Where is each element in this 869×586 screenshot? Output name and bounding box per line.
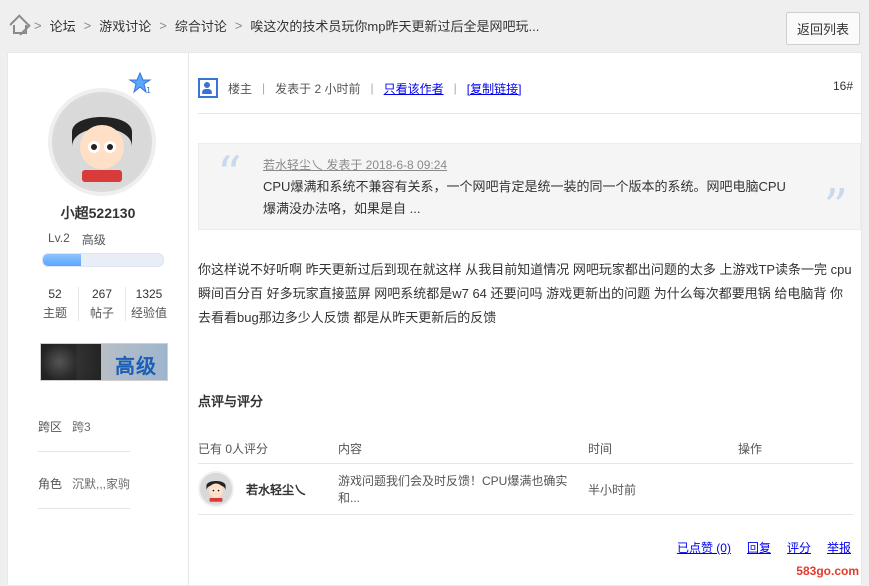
rating-row: 若水轻尘乀 游戏问题我们会及时反馈！CPU爆满也确实和... 半小时前 [198,464,853,515]
breadcrumb-separator: > [234,18,243,33]
ratings-header-row: 已有 0人评分 内容 时间 操作 [198,433,853,464]
meta-row: 角色 沉默,,,家驹 [38,458,131,509]
report-button[interactable]: 举报 [827,539,851,556]
post-divider [198,113,861,114]
rating-time: 半小时前 [588,482,637,497]
stat-topics[interactable]: 52 主题 [32,287,78,321]
post-body: 你这样说不好听啊 昨天更新过后到现在就这样 从我目前知道情况 网吧玩家都出问题的… [198,262,852,325]
ratings-header-action: 操作 [738,441,763,456]
avatar-graphic [200,473,232,505]
quote-close-icon: ” [823,179,848,235]
author-sidebar: 1 小超522130 Lv.2 高级 52 主题 267 帖子 1325 经验值… [8,53,189,585]
level-progress-fill [43,254,82,266]
author-stats: 52 主题 267 帖子 1325 经验值 [32,287,172,321]
ratings-title: 点评与评分 [198,394,264,409]
post-owner-label: 楼主 [228,81,253,96]
meta-label-role: 角色 [38,476,63,491]
rate-button[interactable]: 评分 [787,539,811,556]
level-title: 高级 [81,233,106,247]
meta-label-region: 跨区 [38,419,63,434]
user-card-icon[interactable] [198,78,218,98]
reply-button[interactable]: 回复 [747,539,771,556]
toolbar-divider: | [453,81,457,95]
ratings-count: 已有 0人评分 [198,441,269,456]
meta-value-region: 跨3 [72,419,91,434]
site-watermark: 583go.com [796,564,859,578]
stat-exp-number: 1325 [135,287,163,301]
avatar-graphic [54,94,150,190]
breadcrumb-topic[interactable]: 唉这次的技术员玩你mp昨天更新过后全是网吧玩... [250,16,539,35]
thread-panel: 1 小超522130 Lv.2 高级 52 主题 267 帖子 1325 经验值… [7,52,862,586]
breadcrumb-forum[interactable]: 论坛 [50,16,76,35]
home-icon[interactable] [10,19,27,34]
back-to-list-button[interactable]: 返回列表 [785,12,860,45]
author-meta: 跨区 跨3 角色 沉默,,,家驹 [38,401,131,515]
post-toolbar: 楼主 | 发表于 2 小时前 | 只看该作者 | [复制链接] [198,73,861,103]
top-bar: > 论坛 > 游戏讨论 > 综合讨论 > 唉这次的技术员玩你mp昨天更新过后全是… [0,0,869,52]
like-button[interactable]: 已点赞 (0) [677,539,731,556]
breadcrumb-game-discussion[interactable]: 游戏讨论 [99,16,151,35]
copy-link[interactable]: [复制链接] [467,80,522,97]
breadcrumb-separator: > [34,18,42,33]
author-level: Lv.2 高级 [48,231,106,248]
author-username[interactable]: 小超522130 [8,203,188,223]
stat-topics-label: 主题 [42,306,67,320]
ratings-table: 已有 0人评分 内容 时间 操作 若水轻尘乀 游戏问题我们会及时反馈！CPU爆满… [198,433,853,515]
toolbar-divider: | [370,81,374,95]
star-badge-icon: 1 [128,71,152,95]
post-time: 发表于 2 小时前 [275,81,361,96]
stat-exp[interactable]: 1325 经验值 [125,287,172,321]
stat-posts-label: 帖子 [89,306,114,320]
ratings-header-time: 时间 [588,441,613,456]
ratings-header-content: 内容 [338,441,363,456]
rating-user-name[interactable]: 若水轻尘乀 [246,481,306,498]
stat-posts-number: 267 [91,287,113,301]
level-medal: 高级 [40,343,168,381]
stat-posts[interactable]: 267 帖子 [78,287,125,321]
rating-user[interactable]: 若水轻尘乀 [198,471,338,507]
stat-topics-number: 52 [48,287,62,301]
floor-number: 16# [832,79,853,93]
medal-text: 高级 [115,356,157,378]
medal-image [41,344,101,380]
toolbar-divider: | [262,81,266,95]
author-avatar[interactable] [48,88,156,196]
breadcrumb-general-discussion[interactable]: 综合讨论 [175,16,227,35]
post-actions: 已点赞 (0) 回复 评分 举报 [677,539,851,556]
post-content: 楼主 | 发表于 2 小时前 | 只看该作者 | [复制链接] 16# “ 若水… [198,53,861,585]
stat-exp-label: 经验值 [130,306,167,320]
quote-open-icon: “ [217,146,242,202]
breadcrumb: > 论坛 > 游戏讨论 > 综合讨论 > 唉这次的技术员玩你mp昨天更新过后全是… [10,16,539,35]
badge-number: 1 [146,86,151,95]
level-progress [42,253,164,267]
meta-row: 跨区 跨3 [38,401,131,452]
breadcrumb-separator: > [159,18,167,33]
rating-content: 游戏问题我们会及时反馈！CPU爆满也确实和... [338,474,568,505]
only-author-link[interactable]: 只看该作者 [384,80,444,97]
breadcrumb-separator: > [83,18,92,33]
meta-value-role: 沉默,,,家驹 [72,476,131,491]
quoted-reply: “ 若水轻尘乀 发表于 2018-6-8 09:24 CPU爆满和系统不兼容有关… [198,143,861,235]
rating-user-avatar[interactable] [198,471,234,507]
quote-text: CPU爆满和系统不兼容有关系，一个网吧肯定是统一装的同一个版本的系统。网吧电脑C… [263,179,786,216]
level-text: Lv.2 [48,231,70,245]
quote-author[interactable]: 若水轻尘乀 发表于 2018-6-8 09:24 [263,156,447,173]
